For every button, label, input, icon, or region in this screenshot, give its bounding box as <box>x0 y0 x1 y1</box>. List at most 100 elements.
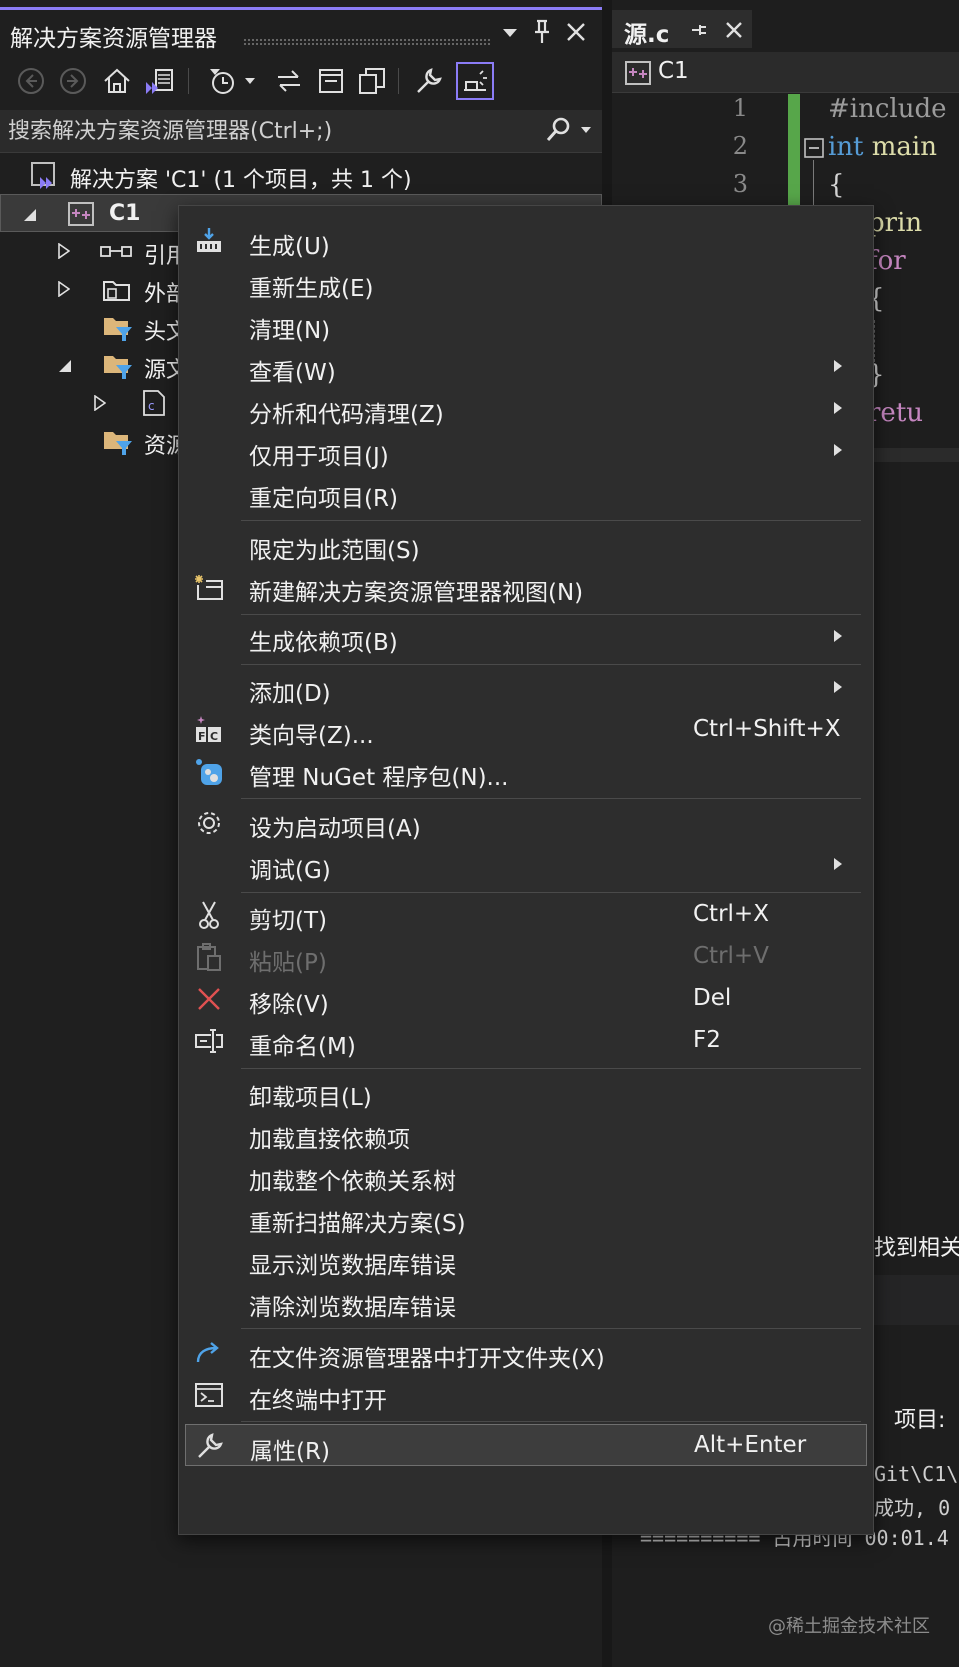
menu-item-unload-project[interactable]: 卸载项目(L) <box>185 1071 867 1113</box>
collapsed-arrow-icon[interactable] <box>58 243 70 259</box>
menu-separator <box>241 520 861 521</box>
menu-item-open-in-explorer[interactable]: 在文件资源管理器中打开文件夹(X) <box>185 1332 867 1374</box>
editor-tab[interactable]: 源.c <box>612 10 752 48</box>
pin-icon[interactable] <box>532 19 552 45</box>
terminal-icon <box>193 1380 225 1410</box>
collapsed-arrow-icon[interactable] <box>94 395 106 411</box>
svg-text:c: c <box>148 399 155 413</box>
menu-item-show-db-errors[interactable]: 显示浏览数据库错误 <box>185 1239 867 1281</box>
menu-item-new-explorer-view[interactable]: 新建解决方案资源管理器视图(N) <box>185 566 867 608</box>
menu-label: 管理 NuGet 程序包(N)... <box>249 765 509 791</box>
preview-selected-items-icon[interactable] <box>456 62 494 100</box>
menu-label: 仅用于项目(J) <box>249 444 389 470</box>
watermark: @稀土掘金技术社区 <box>768 1616 930 1637</box>
menu-item-build-dependencies[interactable]: 生成依赖项(B) <box>185 616 867 658</box>
scissors-icon <box>193 900 225 930</box>
menu-item-debug[interactable]: 调试(G) <box>185 844 867 886</box>
menu-separator <box>241 614 861 615</box>
close-tab-icon[interactable] <box>724 20 744 40</box>
pending-changes-filter-icon[interactable] <box>205 64 239 98</box>
expanded-arrow-icon[interactable] <box>58 359 72 373</box>
menu-label: 限定为此范围(S) <box>249 538 420 564</box>
menu-item-rescan-solution[interactable]: 重新扫描解决方案(S) <box>185 1197 867 1239</box>
menu-label: 粘贴(P) <box>249 950 327 976</box>
panel-title-bar[interactable]: 解决方案资源管理器 <box>0 10 602 54</box>
indent-guide <box>874 320 876 362</box>
svg-text:F: F <box>198 730 206 743</box>
collapse-code-icon[interactable] <box>804 138 824 158</box>
submenu-arrow-icon <box>833 443 843 457</box>
menu-item-rename[interactable]: 重命名(M) F2 <box>185 1020 867 1062</box>
chevron-down-icon[interactable] <box>240 64 260 98</box>
rename-icon <box>193 1026 225 1056</box>
menu-item-set-startup[interactable]: 设为启动项目(A) <box>185 802 867 844</box>
class-wizard-icon: FC <box>193 715 225 745</box>
solution-label: 解决方案 'C1' (1 个项目，共 1 个) <box>70 168 412 193</box>
search-icon[interactable] <box>544 116 572 144</box>
properties-wrench-icon[interactable] <box>412 64 446 98</box>
menu-item-paste[interactable]: 粘贴(P) Ctrl+V <box>185 936 867 978</box>
menu-item-manage-nuget[interactable]: 管理 NuGet 程序包(N)... <box>185 751 867 793</box>
code-line: prin <box>868 208 923 238</box>
menu-label: 重定向项目(R) <box>249 486 398 512</box>
menu-shortcut: Del <box>693 985 732 1011</box>
show-all-files-icon[interactable] <box>355 64 389 98</box>
code-line: #include <box>828 94 947 124</box>
menu-item-load-direct-deps[interactable]: 加载直接依赖项 <box>185 1113 867 1155</box>
gear-icon <box>193 808 225 838</box>
menu-item-load-dep-tree[interactable]: 加载整个依赖关系树 <box>185 1155 867 1197</box>
menu-label: 清理(N) <box>249 318 331 344</box>
menu-item-rebuild[interactable]: 重新生成(E) <box>185 262 867 304</box>
line-number: 1 <box>732 94 748 122</box>
menu-label: 属性(R) <box>250 1439 330 1465</box>
search-input[interactable] <box>6 114 530 148</box>
menu-item-clean[interactable]: 清理(N) <box>185 304 867 346</box>
menu-label: 重命名(M) <box>249 1034 356 1060</box>
menu-item-add[interactable]: 添加(D) <box>185 667 867 709</box>
menu-item-open-in-terminal[interactable]: 在终端中打开 <box>185 1374 867 1416</box>
menu-item-view[interactable]: 查看(W) <box>185 346 867 388</box>
close-icon[interactable] <box>565 21 587 43</box>
collapsed-arrow-icon[interactable] <box>58 281 70 297</box>
line-number: 2 <box>732 132 748 160</box>
tree-solution-node[interactable]: 解决方案 'C1' (1 个项目，共 1 个) <box>0 156 602 194</box>
menu-item-retarget[interactable]: 重定向项目(R) <box>185 472 867 514</box>
menu-item-class-wizard[interactable]: FC 类向导(Z)... Ctrl+Shift+X <box>185 709 867 751</box>
switch-views-icon[interactable] <box>143 64 177 98</box>
output-project-text: 项目: <box>894 1408 946 1433</box>
home-icon[interactable] <box>100 64 134 98</box>
sync-with-document-icon[interactable] <box>272 64 306 98</box>
menu-separator <box>241 892 861 893</box>
project-label: C1 <box>109 201 141 226</box>
menu-label: 调试(G) <box>249 858 331 884</box>
project-nav-bar[interactable]: C1 <box>612 52 959 93</box>
tab-title: 源.c <box>624 22 670 48</box>
output-header <box>872 1275 959 1325</box>
filter-folder-icon <box>102 351 134 381</box>
menu-item-properties[interactable]: 属性(R) Alt+Enter <box>185 1424 867 1466</box>
menu-item-scope-to-this[interactable]: 限定为此范围(S) <box>185 524 867 566</box>
code-identifier: main <box>863 132 937 162</box>
forward-icon[interactable] <box>56 64 90 98</box>
back-icon[interactable] <box>14 64 48 98</box>
menu-item-analyze[interactable]: 分析和代码清理(Z) <box>185 388 867 430</box>
menu-item-clear-db-errors[interactable]: 清除浏览数据库错误 <box>185 1281 867 1323</box>
menu-label: 加载整个依赖关系树 <box>249 1169 456 1195</box>
menu-shortcut: Ctrl+X <box>693 901 769 927</box>
menu-item-build[interactable]: 生成(U) <box>185 220 867 262</box>
dropdown-arrow-icon[interactable] <box>502 28 518 38</box>
menu-shortcut: Alt+Enter <box>694 1432 807 1458</box>
collapse-all-icon[interactable] <box>314 64 348 98</box>
menu-label: 设为启动项目(A) <box>249 816 421 842</box>
menu-item-project-only[interactable]: 仅用于项目(J) <box>185 430 867 472</box>
expanded-arrow-icon[interactable] <box>23 208 37 222</box>
pin-tab-icon[interactable] <box>690 22 708 38</box>
search-options-chevron-icon[interactable] <box>580 126 592 134</box>
menu-label: 查看(W) <box>249 360 336 386</box>
menu-item-cut[interactable]: 剪切(T) Ctrl+X <box>185 894 867 936</box>
filter-folder-icon <box>102 313 134 343</box>
filter-folder-icon <box>102 427 134 457</box>
drag-grip[interactable] <box>243 38 491 45</box>
menu-item-remove[interactable]: 移除(V) Del <box>185 978 867 1020</box>
menu-label: 加载直接依赖项 <box>249 1127 410 1153</box>
